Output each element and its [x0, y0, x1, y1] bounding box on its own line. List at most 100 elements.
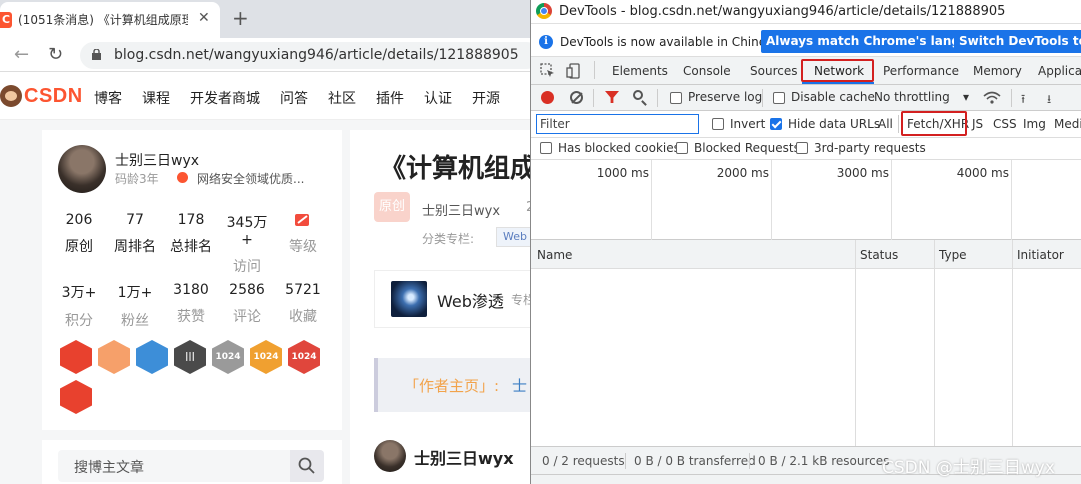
invert-checkbox[interactable]: [712, 118, 724, 130]
disable-cache-checkbox[interactable]: [773, 92, 785, 104]
stat-fans[interactable]: 1万+ 粉丝: [110, 282, 160, 330]
back-icon[interactable]: ←: [14, 44, 29, 65]
tab-close-icon[interactable]: ✕: [198, 10, 210, 26]
network-overview[interactable]: 1000 ms 2000 ms 3000 ms 4000 ms: [531, 160, 1081, 240]
network-conditions-icon[interactable]: [983, 91, 1001, 105]
switch-language-button[interactable]: Switch DevTools to Chi: [954, 30, 1081, 53]
tab-console[interactable]: Console: [683, 64, 731, 78]
avatar[interactable]: [58, 145, 106, 193]
csdn-logo[interactable]: CSDN: [0, 84, 83, 108]
device-toolbar-icon[interactable]: [566, 63, 582, 79]
stat-likes[interactable]: 3180 获赞: [166, 282, 216, 326]
preserve-log-checkbox[interactable]: [670, 92, 682, 104]
achievement-badge-icon[interactable]: 1024: [250, 340, 282, 374]
search-button[interactable]: [290, 450, 324, 482]
achievement-badge-icon[interactable]: 1024: [212, 340, 244, 374]
timeline-tick: 1000 ms: [596, 166, 649, 180]
chevron-down-icon[interactable]: ▾: [963, 90, 969, 104]
new-tab-icon[interactable]: +: [232, 6, 249, 30]
inspect-icon[interactable]: [540, 63, 556, 79]
filter-icon[interactable]: [605, 91, 619, 103]
author-quote: 「作者主页」: 士: [374, 358, 540, 412]
network-highlight-box: [801, 59, 874, 82]
nav-link[interactable]: 开源: [472, 88, 500, 108]
profile-card: 士别三日wyx 码龄3年 网络安全领域优质... 206 原创 77 周排名 178…: [42, 130, 342, 430]
nav-link[interactable]: 问答: [280, 88, 308, 108]
column-type[interactable]: Type: [939, 248, 967, 262]
tab-application[interactable]: Applica: [1038, 64, 1081, 78]
clear-icon[interactable]: [570, 91, 583, 104]
watermark: CSDN @士别三日wyx: [882, 458, 1055, 478]
tab-performance[interactable]: Performance: [883, 64, 959, 78]
blocked-requests-checkbox[interactable]: [676, 142, 688, 154]
stat-total-rank[interactable]: 178 总排名: [166, 212, 216, 256]
achievement-badge-icon[interactable]: 1024: [288, 340, 320, 374]
type-filter-img[interactable]: Img: [1023, 117, 1046, 131]
browser-tab[interactable]: C (1051条消息) 《计算机组成原理 ✕: [0, 2, 220, 38]
info-text: DevTools is now available in Chinese!: [560, 35, 785, 49]
throttling-select[interactable]: No throttling: [874, 90, 950, 104]
third-party-checkbox[interactable]: [796, 142, 808, 154]
column-divider[interactable]: [934, 240, 935, 446]
stat-original[interactable]: 206 原创: [54, 212, 104, 256]
nav-link[interactable]: 课程: [142, 88, 170, 108]
achievement-badge-icon[interactable]: [60, 380, 92, 414]
column-name[interactable]: Name: [537, 248, 572, 262]
column-initiator[interactable]: Initiator: [1017, 248, 1064, 262]
achievement-badge-icon[interactable]: [98, 340, 130, 374]
filter-input[interactable]: Filter: [536, 114, 699, 134]
mascot-icon: [0, 85, 22, 107]
import-har-icon[interactable]: ⭱: [1021, 90, 1025, 111]
chrome-icon: [536, 3, 552, 19]
address-bar[interactable]: blog.csdn.net/wangyuxiang946/article/det…: [80, 42, 540, 69]
article-author[interactable]: 士别三日wyx: [422, 200, 500, 219]
export-har-icon[interactable]: ⭳: [1047, 90, 1051, 111]
profile-name[interactable]: 士别三日wyx: [115, 150, 199, 170]
code-age: 码龄3年: [115, 172, 159, 186]
nav-link[interactable]: 博客: [94, 88, 122, 108]
original-tag: 原创: [374, 192, 410, 222]
type-filter-css[interactable]: CSS: [993, 117, 1017, 131]
stat-points[interactable]: 3万+ 积分: [54, 282, 104, 330]
quote-link[interactable]: 士: [512, 375, 527, 396]
type-filter-media[interactable]: Medi: [1054, 117, 1081, 131]
reload-icon[interactable]: ↻: [48, 44, 63, 65]
column-status[interactable]: Status: [860, 248, 898, 262]
type-filter-js[interactable]: JS: [972, 117, 983, 131]
search-input[interactable]: 搜博主文章: [58, 450, 324, 482]
nav-link[interactable]: 认证: [424, 88, 452, 108]
stat-comments[interactable]: 2586 评论: [222, 282, 272, 326]
column-image: [391, 281, 427, 317]
tab-elements[interactable]: Elements: [612, 64, 668, 78]
active-tab-indicator: [802, 82, 874, 84]
blocked-requests-label: Blocked Requests: [694, 141, 800, 155]
filter-row: Filter Invert Hide data URLs All Fetch/X…: [531, 111, 1081, 138]
tab-memory[interactable]: Memory: [973, 64, 1022, 78]
blocked-cookies-checkbox[interactable]: [540, 142, 552, 154]
nav-link[interactable]: 社区: [328, 88, 356, 108]
stat-favorites[interactable]: 5721 收藏: [278, 282, 328, 326]
third-party-label: 3rd-party requests: [814, 141, 926, 155]
tab-sources[interactable]: Sources: [750, 64, 797, 78]
devtools-titlebar: DevTools - blog.csdn.net/wangyuxiang946/…: [531, 0, 1081, 24]
stat-level[interactable]: 等级: [278, 212, 328, 256]
nav-link[interactable]: 开发者商城: [190, 88, 260, 108]
achievement-badge-icon[interactable]: [136, 340, 168, 374]
nav-link[interactable]: 插件: [376, 88, 404, 108]
achievement-badge-icon[interactable]: |||: [174, 340, 206, 374]
avatar[interactable]: [374, 440, 406, 472]
column-box[interactable]: Web渗透 专栏: [374, 270, 540, 328]
stat-week-rank[interactable]: 77 周排名: [110, 212, 160, 256]
author-card-name[interactable]: 士别三日wyx: [414, 445, 514, 469]
column-divider[interactable]: [855, 240, 856, 446]
csdn-favicon-icon: C: [0, 12, 12, 28]
column-divider[interactable]: [1012, 240, 1013, 446]
record-icon[interactable]: [541, 91, 554, 104]
achievement-badge-icon[interactable]: [60, 340, 92, 374]
timeline-gridline: [651, 160, 652, 240]
search-icon[interactable]: [633, 90, 643, 100]
stat-visits[interactable]: 345万+ 访问: [222, 212, 272, 276]
invert-label: Invert: [730, 117, 766, 131]
hide-data-urls-checkbox[interactable]: [770, 118, 782, 130]
type-filter-all[interactable]: All: [878, 117, 893, 131]
